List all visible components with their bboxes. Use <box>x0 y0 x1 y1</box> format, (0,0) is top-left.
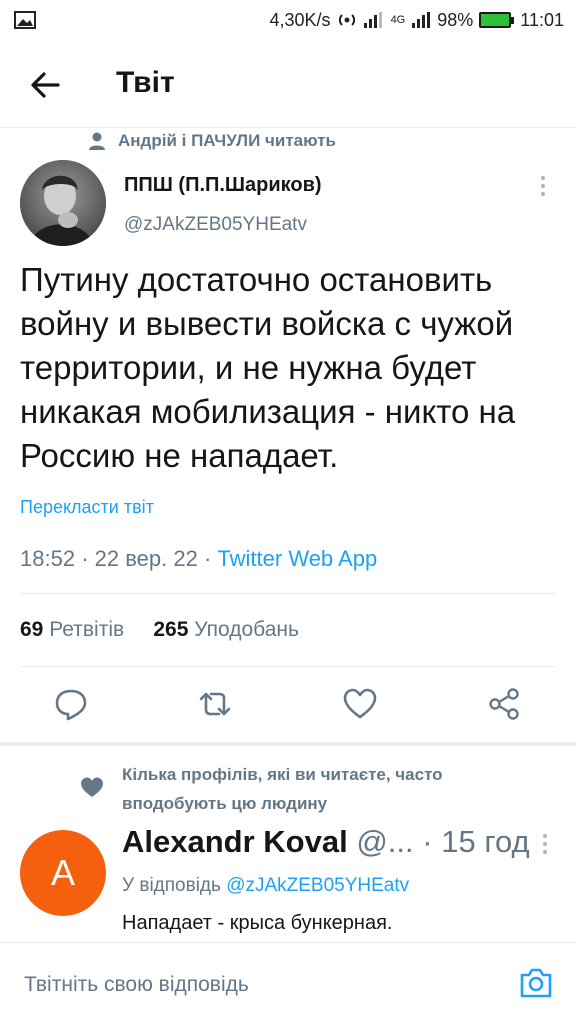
more-dot-icon <box>541 192 545 196</box>
tweet-meta: 18:52 · 22 вер. 22 · Twitter Web App <box>20 546 377 572</box>
reply-icon <box>55 689 87 721</box>
tweet-text: Путину достаточно остановить войну и выв… <box>20 261 516 474</box>
retweets-stat[interactable]: 69 Ретвітів <box>20 618 124 641</box>
like-button[interactable] <box>342 686 378 722</box>
more-dot-icon <box>541 176 545 180</box>
reply-composer-input[interactable]: Твітніть свою відповідь <box>24 973 249 997</box>
share-button[interactable] <box>487 686 523 722</box>
divider <box>20 666 556 667</box>
tweet-date: 22 вер. 22 <box>94 546 198 571</box>
retweet-button[interactable] <box>197 686 233 722</box>
author-name[interactable]: ППШ (П.П.Шариков) <box>124 174 322 197</box>
social-context: Андрій і ПАЧУЛИ читають <box>86 131 336 151</box>
app-header: Твіт <box>0 52 576 116</box>
tweet-time: 18:52 <box>20 546 76 571</box>
reply-to-label: У відповідь <box>122 875 221 896</box>
divider <box>20 593 556 594</box>
reply-author-handle[interactable]: @... <box>356 824 413 859</box>
retweets-count: 69 <box>20 618 44 641</box>
heart-filled-icon <box>81 777 103 797</box>
clock: 11:01 <box>520 9 564 30</box>
tweet-source-link[interactable]: Twitter Web App <box>217 546 377 571</box>
page-title: Твіт <box>116 66 175 99</box>
more-dot-icon <box>541 184 545 188</box>
reply-avatar[interactable]: A <box>20 830 106 916</box>
status-bar: 4,30K/s 4G 98% 11:01 <box>0 0 576 40</box>
status-right: 4,30K/s 4G 98% 11:01 <box>270 10 564 31</box>
share-icon <box>489 688 519 720</box>
reply-header: Alexandr Koval @... · 15 год <box>122 824 530 860</box>
hotspot-icon <box>338 14 355 26</box>
avatar-letter: A <box>50 852 75 893</box>
reply-text: Нападает - крыса бункерная. <box>122 912 393 934</box>
reply-to-handle-link[interactable]: @zJAkZEB05YHEatv <box>226 875 409 896</box>
image-icon <box>14 11 36 29</box>
status-left <box>14 11 36 29</box>
tweet-stats: 69 Ретвітів 265 Уподобань <box>20 618 299 642</box>
retweets-label: Ретвітів <box>49 618 125 641</box>
author-handle[interactable]: @zJAkZEB05YHEatv <box>124 214 307 236</box>
avatar[interactable] <box>20 160 106 246</box>
composer-divider <box>0 942 576 943</box>
section-divider <box>0 742 576 746</box>
meta-separator: · <box>203 546 212 571</box>
battery-percent: 98% <box>437 9 474 30</box>
signal-icon-2 <box>412 12 431 28</box>
reply-separator: · <box>422 824 433 859</box>
battery-icon <box>479 12 515 28</box>
camera-icon <box>520 968 552 998</box>
retweet-icon <box>199 692 231 716</box>
social-context-text: Андрій і ПАЧУЛИ читають <box>118 131 336 150</box>
back-arrow-icon <box>31 72 60 98</box>
header-divider <box>0 127 576 128</box>
network-type: 4G <box>390 14 406 26</box>
back-button[interactable] <box>28 68 62 102</box>
likes-count: 265 <box>153 618 189 641</box>
suggestion-text: Кілька профілів, які ви читаєте, часто в… <box>122 765 443 813</box>
person-icon <box>89 132 105 150</box>
reply-to-line: У відповідь @zJAkZEB05YHEatv <box>122 875 409 897</box>
heart-icon <box>343 688 377 719</box>
more-dot-icon <box>543 834 547 838</box>
translate-tweet-link[interactable]: Перекласти твіт <box>20 497 154 518</box>
reply-button[interactable] <box>53 686 89 722</box>
more-options-button[interactable] <box>536 176 550 202</box>
more-dot-icon <box>543 842 547 846</box>
avatar-photo <box>20 160 106 246</box>
network-speed: 4,30K/s <box>269 9 331 30</box>
meta-separator: · <box>81 546 89 571</box>
more-dot-icon <box>543 850 547 854</box>
camera-button[interactable] <box>518 965 554 1001</box>
likes-stat[interactable]: 265 Уподобань <box>153 618 299 641</box>
reply-author-name[interactable]: Alexandr Koval <box>122 824 348 859</box>
reply-more-options-button[interactable] <box>538 834 552 860</box>
likes-label: Уподобань <box>194 618 299 641</box>
signal-icon <box>363 12 382 28</box>
reply-time: 15 год <box>441 824 530 859</box>
